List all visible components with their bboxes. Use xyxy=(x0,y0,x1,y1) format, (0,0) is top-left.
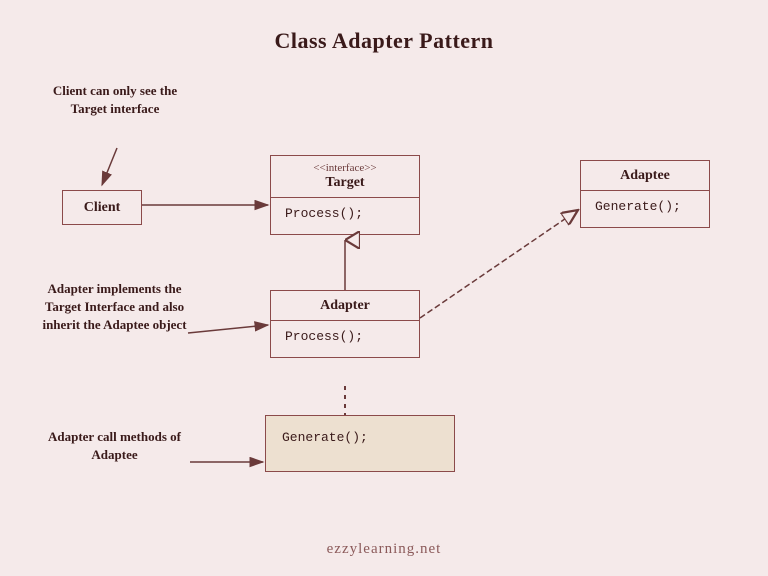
annotation-adaptee-call: Adapter call methods of Adaptee xyxy=(42,428,187,464)
adapter-box-body: Process(); xyxy=(271,321,419,357)
generate-box-body: Generate(); xyxy=(266,416,454,471)
annotation-adapter: Adapter implements the Target Interface … xyxy=(42,280,187,335)
footer: ezzylearning.net xyxy=(0,541,768,558)
adapter-box-header: Adapter xyxy=(271,291,419,321)
target-classname: Target xyxy=(325,175,364,190)
adaptee-box: Adaptee Generate(); xyxy=(580,160,710,228)
target-stereotype: <<interface>> xyxy=(283,162,407,174)
annotation-client: Client can only see the Target interface xyxy=(50,82,180,118)
adapter-box: Adapter Process(); xyxy=(270,290,420,358)
client-box-header: Client xyxy=(63,191,141,224)
adaptee-box-header: Adaptee xyxy=(581,161,709,191)
adaptee-box-body: Generate(); xyxy=(581,191,709,227)
client-classname: Client xyxy=(84,200,121,215)
page-title: Class Adapter Pattern xyxy=(0,0,768,54)
target-box-body: Process(); xyxy=(271,198,419,234)
adaptee-classname: Adaptee xyxy=(620,168,670,183)
target-box: <<interface>> Target Process(); xyxy=(270,155,420,235)
adapter-classname: Adapter xyxy=(320,298,370,313)
generate-box: Generate(); xyxy=(265,415,455,472)
target-box-header: <<interface>> Target xyxy=(271,156,419,198)
client-box: Client xyxy=(62,190,142,225)
